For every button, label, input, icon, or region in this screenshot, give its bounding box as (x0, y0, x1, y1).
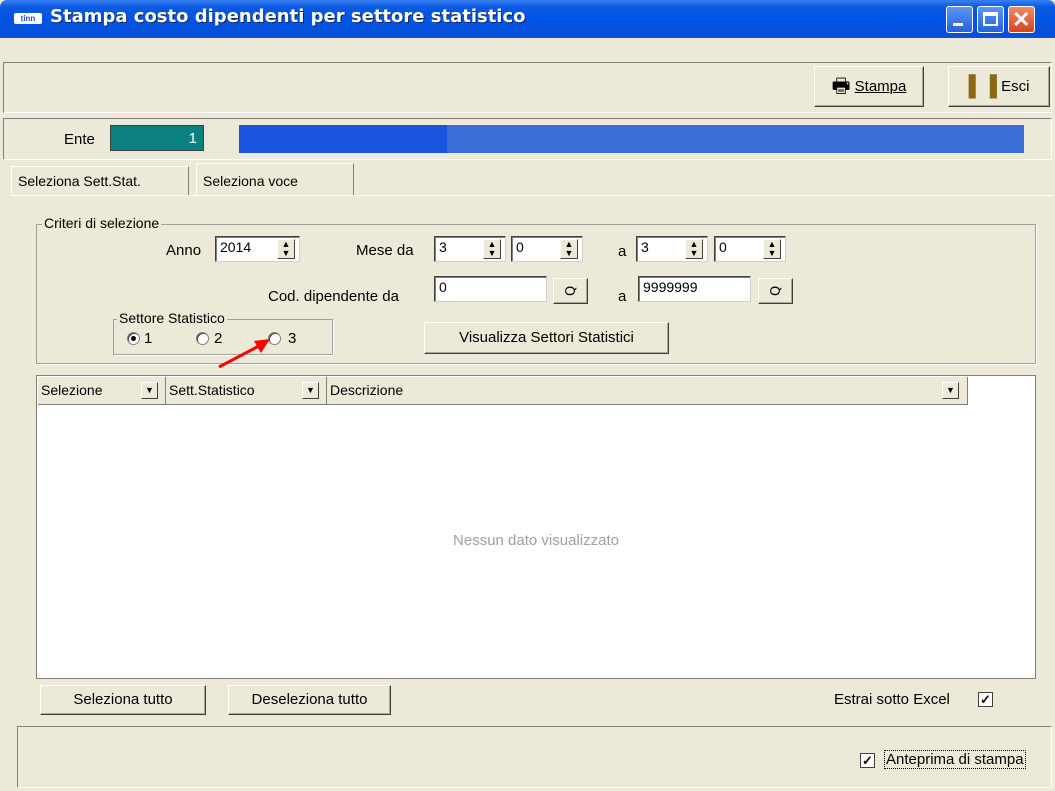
minimize-button[interactable] (946, 6, 973, 33)
settore-radio-3-label: 3 (288, 330, 297, 347)
settore-radio-1-label: 1 (144, 330, 153, 347)
anno-label: Anno (166, 242, 202, 259)
criteria-legend: Criteri di selezione (42, 215, 162, 231)
binoculars-icon: ℺ (769, 283, 782, 298)
visualizza-settori-button[interactable]: Visualizza Settori Statistici (424, 322, 669, 354)
preview-label[interactable]: Anteprima di stampa (884, 750, 1026, 769)
deselect-all-button[interactable]: Deseleziona tutto (228, 685, 391, 715)
exit-door-icon: ▌▐ (968, 75, 997, 98)
anno-field[interactable]: 2014 ▲ ▼ (215, 236, 300, 262)
settore-radio-2[interactable] (196, 332, 209, 345)
printer-icon: 🖶 (831, 75, 851, 98)
minimize-icon (953, 23, 963, 26)
title-bar[interactable]: tinn Stampa costo dipendenti per settore… (0, 0, 1055, 38)
ente-value-field[interactable]: 1 (110, 125, 204, 151)
anno-spinner[interactable]: ▲ ▼ (277, 239, 295, 259)
cod-dipendente-da-field[interactable]: 0 (434, 276, 547, 302)
close-button[interactable]: ✕ (1008, 6, 1035, 33)
mese-da-spinner-1[interactable]: ▲ ▼ (483, 239, 501, 259)
mese-da-spinner-2[interactable]: ▲ ▼ (560, 239, 578, 259)
ente-description-highlight (239, 125, 447, 153)
tab-seleziona-voce[interactable]: Seleziona voce (196, 163, 354, 196)
print-button[interactable]: 🖶 Stampa (814, 66, 924, 107)
cod-dipendente-label: Cod. dipendente da (268, 288, 399, 305)
exit-button[interactable]: ▌▐ Esci (948, 66, 1050, 107)
mese-da-field-1[interactable]: 3 ▲ ▼ (434, 236, 506, 262)
annotation-arrow-icon (218, 339, 270, 369)
search-dipendente-da-button[interactable]: ℺ (553, 278, 588, 304)
chevron-down-icon[interactable]: ▼ (141, 382, 158, 399)
tab-seleziona-sett-stat[interactable]: Seleziona Sett.Stat. (11, 166, 189, 196)
mese-a-field-1[interactable]: 3 ▲ ▼ (636, 236, 708, 262)
binoculars-icon: ℺ (564, 283, 577, 298)
mese-a-field-2[interactable]: 0 ▲ ▼ (714, 236, 786, 262)
mese-a-spinner-1[interactable]: ▲ ▼ (685, 239, 703, 259)
tab-divider (11, 195, 1054, 196)
empty-grid-message: Nessun dato visualizzato (453, 532, 619, 549)
mese-a-spinner-2[interactable]: ▲ ▼ (763, 239, 781, 259)
column-header-descrizione[interactable]: Descrizione ▼ (327, 377, 968, 405)
mese-a-label: a (618, 243, 627, 260)
window-title: Stampa costo dipendenti per settore stat… (50, 6, 526, 27)
column-header-sett-statistico[interactable]: Sett.Statistico ▼ (166, 377, 327, 405)
chevron-down-icon[interactable]: ▼ (942, 382, 959, 399)
maximize-button[interactable] (977, 6, 1004, 33)
ente-description-bar (239, 125, 1024, 153)
checkmark-icon: ✓ (862, 753, 873, 768)
select-all-button[interactable]: Seleziona tutto (40, 685, 206, 715)
ente-panel: Ente 1 (3, 118, 1052, 160)
column-header-selezione[interactable]: Selezione ▼ (38, 377, 166, 405)
excel-export-label: Estrai sotto Excel (834, 691, 950, 708)
window: tinn Stampa costo dipendenti per settore… (0, 0, 1055, 791)
app-icon: tinn (14, 13, 42, 24)
cod-dipendente-a-field[interactable]: 9999999 (638, 276, 751, 302)
toolbar: 🖶 Stampa ▌▐ Esci (3, 62, 1052, 113)
ente-label: Ente (64, 131, 95, 148)
mese-da-field-2[interactable]: 0 ▲ ▼ (511, 236, 583, 262)
maximize-icon (983, 12, 998, 26)
mese-da-label: Mese da (356, 242, 414, 259)
chevron-down-icon[interactable]: ▼ (302, 382, 319, 399)
excel-export-checkbox[interactable]: ✓ (978, 692, 993, 707)
preview-checkbox[interactable]: ✓ (860, 753, 875, 768)
settore-statistico-legend: Settore Statistico (117, 310, 227, 326)
checkmark-icon: ✓ (980, 692, 991, 707)
search-dipendente-a-button[interactable]: ℺ (758, 278, 793, 304)
data-grid[interactable] (36, 375, 1036, 679)
close-icon: ✕ (1012, 7, 1031, 32)
settore-radio-1[interactable] (127, 332, 140, 345)
cod-dipendente-a-label: a (618, 288, 627, 305)
